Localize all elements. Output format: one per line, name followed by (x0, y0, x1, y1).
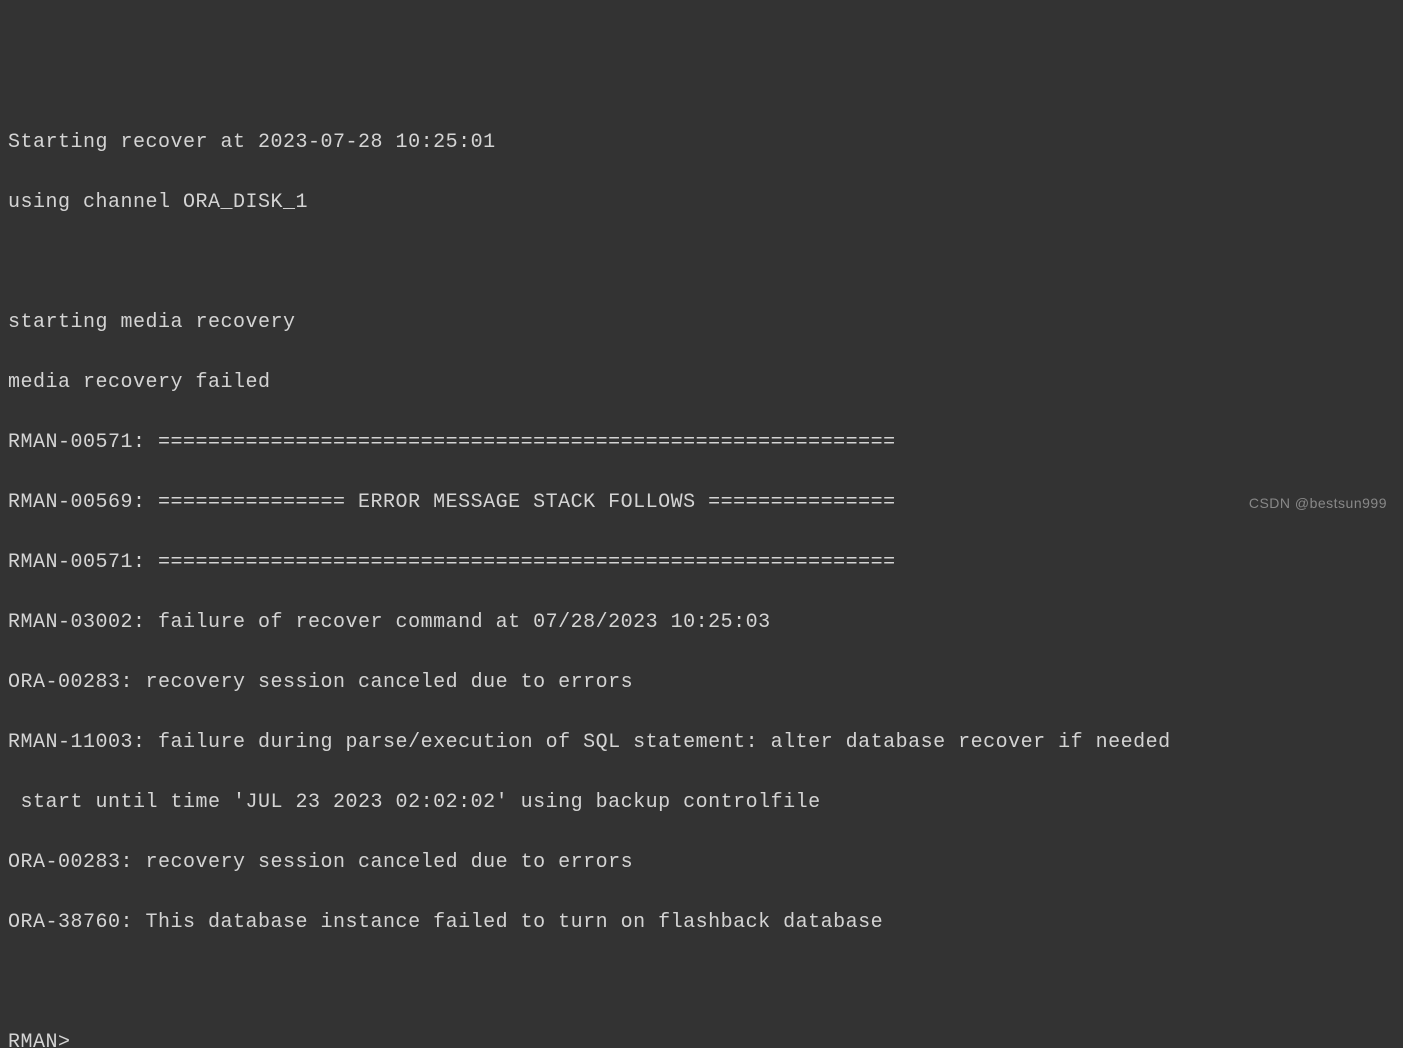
terminal-line: starting media recovery (8, 308, 1395, 338)
terminal-line: ORA-00283: recovery session canceled due… (8, 668, 1395, 698)
terminal-line: media recovery failed (8, 368, 1395, 398)
terminal-line: RMAN-11003: failure during parse/executi… (8, 728, 1395, 758)
watermark-text: CSDN @bestsun999 (1249, 493, 1387, 514)
terminal-line: ORA-38760: This database instance failed… (8, 908, 1395, 938)
terminal-line: RMAN-00569: =============== ERROR MESSAG… (8, 488, 1395, 518)
terminal-line: RMAN-03002: failure of recover command a… (8, 608, 1395, 638)
terminal-line: using channel ORA_DISK_1 (8, 188, 1395, 218)
terminal-line: RMAN-00571: ============================… (8, 548, 1395, 578)
terminal-line: ORA-00283: recovery session canceled due… (8, 848, 1395, 878)
terminal-line: Starting recover at 2023-07-28 10:25:01 (8, 128, 1395, 158)
terminal-line (8, 248, 1395, 278)
terminal-line: RMAN-00571: ============================… (8, 428, 1395, 458)
rman-prompt[interactable]: RMAN> (8, 1028, 1395, 1048)
terminal-line: start until time 'JUL 23 2023 02:02:02' … (8, 788, 1395, 818)
terminal-line (8, 968, 1395, 998)
